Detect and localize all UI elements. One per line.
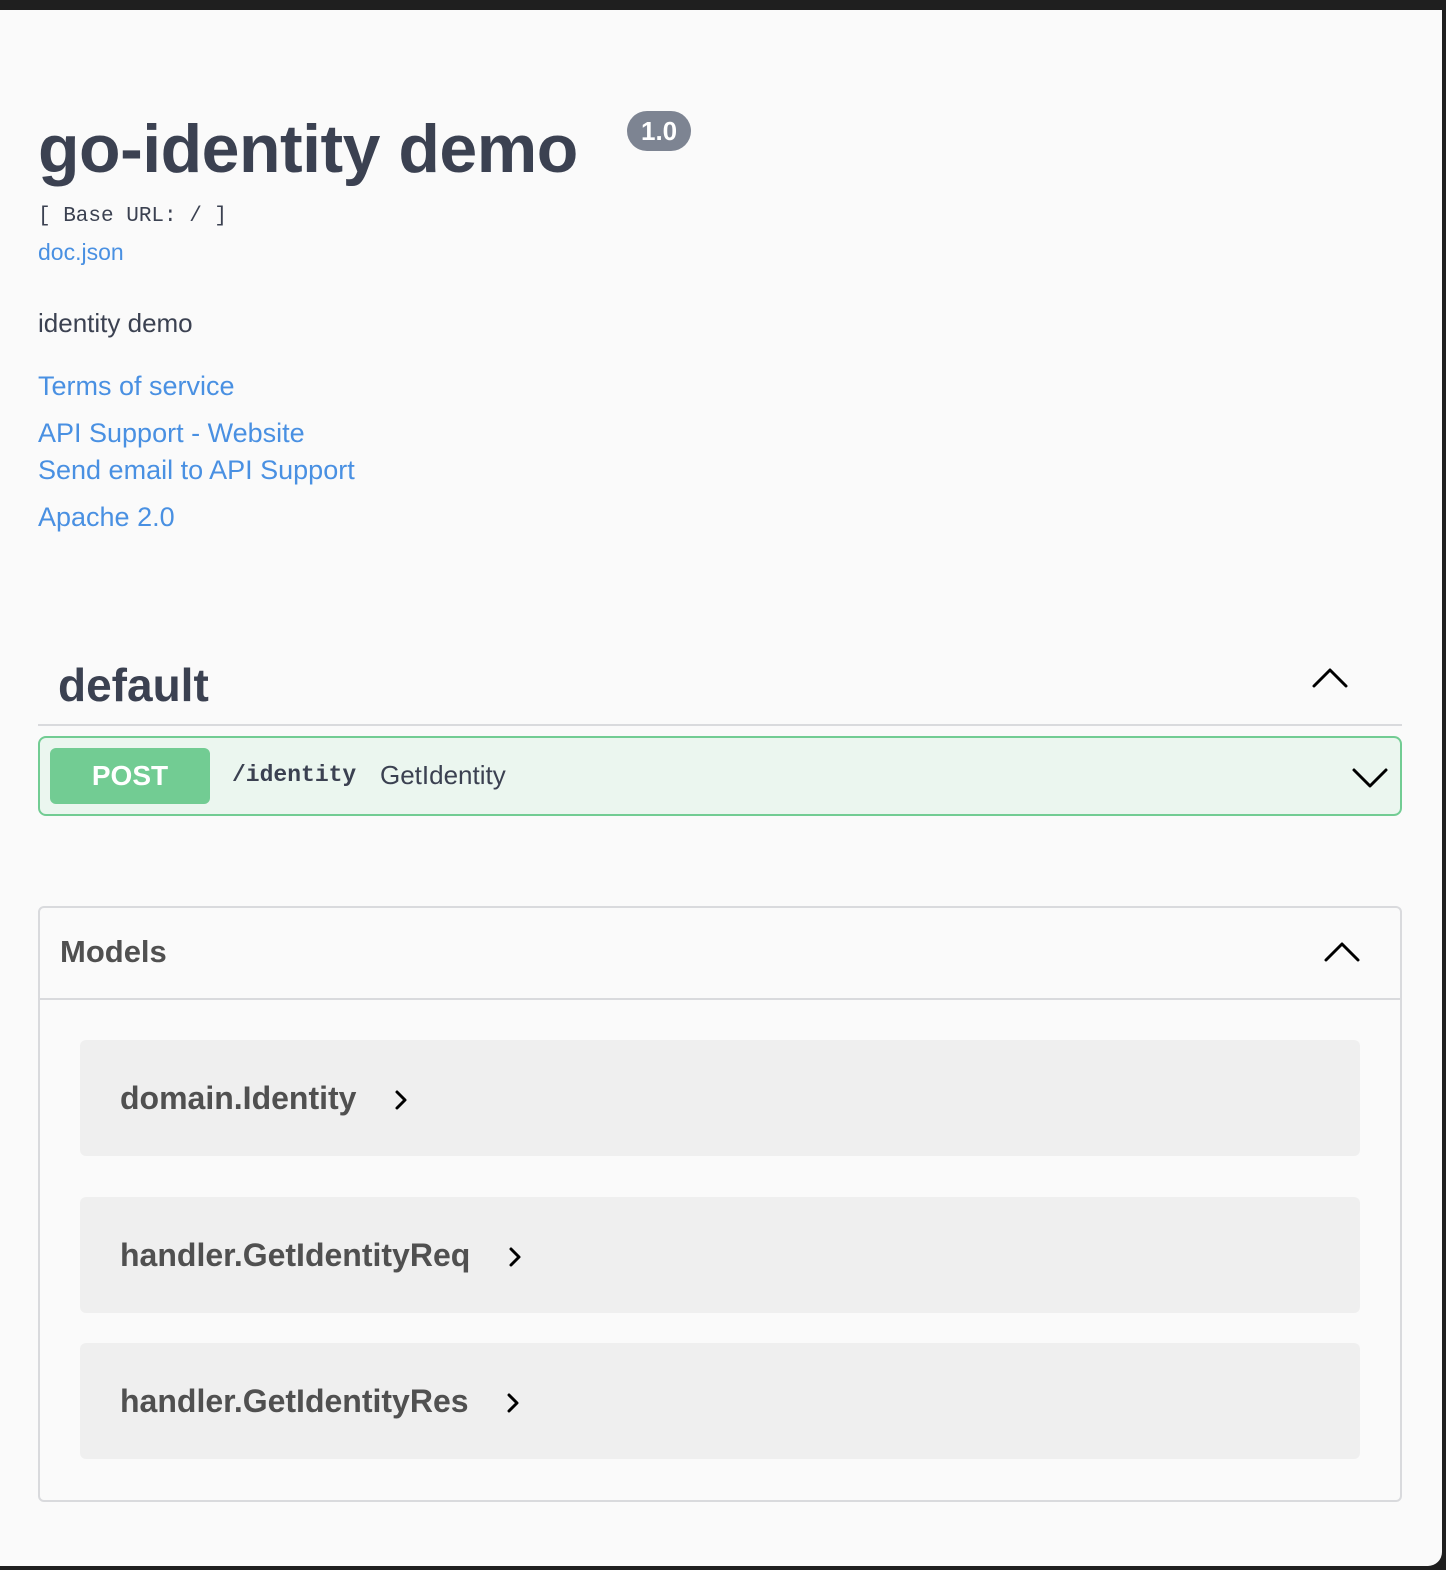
model-name: handler.GetIdentityRes [120, 1383, 469, 1419]
models-title: Models [60, 934, 167, 969]
chevron-up-icon[interactable] [1310, 658, 1350, 698]
license-link[interactable]: Apache 2.0 [38, 502, 175, 533]
title-row: go-identity demo 1.0 [38, 111, 692, 205]
operation-summary: GetIdentity [380, 760, 506, 790]
chevron-right-icon[interactable] [504, 1245, 528, 1269]
terms-of-service-link[interactable]: Terms of service [38, 371, 235, 402]
support-email-link[interactable]: Send email to API Support [38, 455, 355, 486]
models-header[interactable]: Models [40, 908, 1400, 1000]
swagger-ui-window: go-identity demo 1.0 [ Base URL: / ] doc… [0, 10, 1442, 1566]
tag-name: default [58, 659, 209, 711]
doc-json-link[interactable]: doc.json [38, 239, 124, 266]
chevron-right-icon[interactable] [502, 1391, 526, 1415]
tag-section-default[interactable]: default [38, 634, 1402, 726]
page-title: go-identity demo [38, 111, 578, 187]
base-url: [ Base URL: / ] [38, 205, 228, 228]
model-item[interactable]: handler.GetIdentityRes [80, 1343, 1360, 1459]
version-badge: 1.0 [627, 111, 692, 151]
chevron-up-icon[interactable] [1322, 932, 1362, 972]
chevron-right-icon[interactable] [390, 1088, 414, 1112]
support-website-link[interactable]: API Support - Website [38, 418, 305, 449]
model-item[interactable]: domain.Identity [80, 1040, 1360, 1156]
models-section: Models domain.Identity handler.GetIdenti… [38, 906, 1402, 1502]
api-description: identity demo [38, 308, 193, 338]
model-name: handler.GetIdentityReq [120, 1237, 471, 1273]
model-name: domain.Identity [120, 1080, 357, 1116]
model-item[interactable]: handler.GetIdentityReq [80, 1197, 1360, 1313]
chevron-down-icon[interactable] [1350, 756, 1390, 796]
operation-post-identity[interactable]: POST /identity GetIdentity [38, 736, 1402, 816]
method-badge: POST [50, 748, 210, 804]
operation-path: /identity [232, 762, 357, 788]
